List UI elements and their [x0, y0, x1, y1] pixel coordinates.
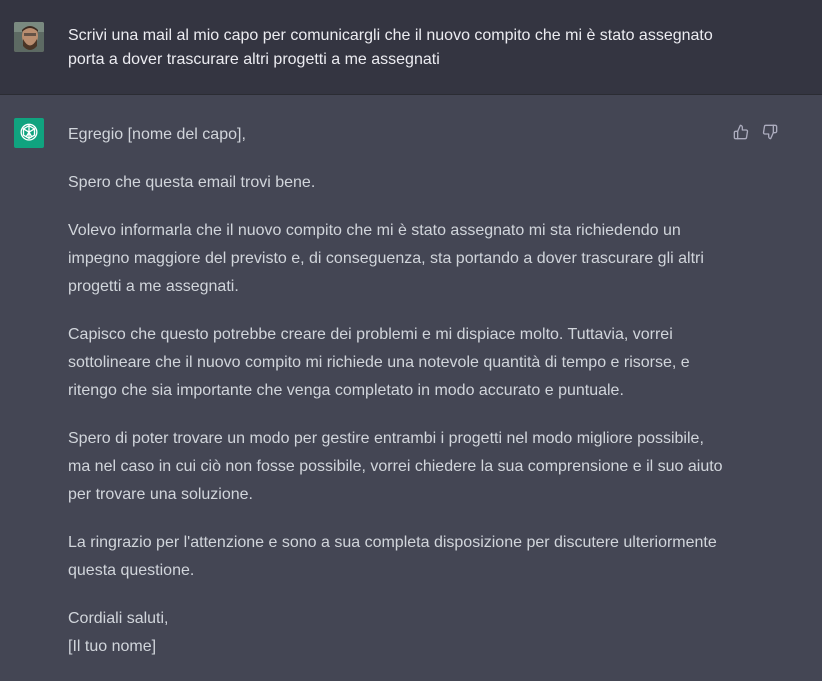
reply-line: questa questione.: [68, 562, 195, 579]
reply-paragraph: Spero che questa email trovi bene.: [68, 169, 728, 197]
reply-paragraph: La ringrazio per l'attenzione e sono a s…: [68, 529, 728, 585]
reply-line: per trovare una soluzione.: [68, 486, 253, 503]
thumbs-down-icon[interactable]: [761, 123, 778, 140]
reply-line: impegno maggiore del previsto e, di cons…: [68, 250, 704, 267]
reply-paragraph: Volevo informarla che il nuovo compito c…: [68, 217, 728, 301]
user-message-line: Scrivi una mail al mio capo per comunica…: [68, 27, 713, 44]
openai-logo-icon: [14, 118, 44, 148]
user-avatar: [14, 22, 44, 52]
reply-line: Volevo informarla che il nuovo compito c…: [68, 222, 681, 239]
reply-line: Spero che questa email trovi bene.: [68, 174, 316, 191]
reply-line: ma nel caso in cui ciò non fosse possibi…: [68, 458, 723, 475]
user-message-row: Scrivi una mail al mio capo per comunica…: [0, 0, 822, 95]
assistant-message-text: Egregio [nome del capo], Spero che questa…: [68, 121, 728, 681]
thumbs-up-icon[interactable]: [732, 123, 749, 140]
reply-line: progetti a me assegnati.: [68, 278, 239, 295]
reply-paragraph: Cordiali saluti, [Il tuo nome]: [68, 605, 728, 661]
feedback-buttons: [732, 123, 778, 140]
reply-line: Capisco che questo potrebbe creare dei p…: [68, 326, 673, 343]
reply-line: [Il tuo nome]: [68, 638, 157, 655]
reply-paragraph: Spero di poter trovare un modo per gesti…: [68, 425, 728, 509]
reply-line: Cordiali saluti,: [68, 610, 169, 627]
reply-line: Egregio [nome del capo],: [68, 126, 246, 143]
user-message-line: porta a dover trascurare altri progetti …: [68, 51, 440, 68]
reply-paragraph: Egregio [nome del capo],: [68, 121, 728, 149]
reply-paragraph: Capisco che questo potrebbe creare dei p…: [68, 321, 728, 405]
user-message-text: Scrivi una mail al mio capo per comunica…: [68, 24, 748, 72]
reply-line: La ringrazio per l'attenzione e sono a s…: [68, 534, 717, 551]
reply-line: ritengo che sia importante che venga com…: [68, 382, 624, 399]
reply-line: sottolineare che il nuovo compito mi ric…: [68, 354, 690, 371]
reply-line: Spero di poter trovare un modo per gesti…: [68, 430, 704, 447]
assistant-message-row: Egregio [nome del capo], Spero che questa…: [0, 95, 822, 675]
